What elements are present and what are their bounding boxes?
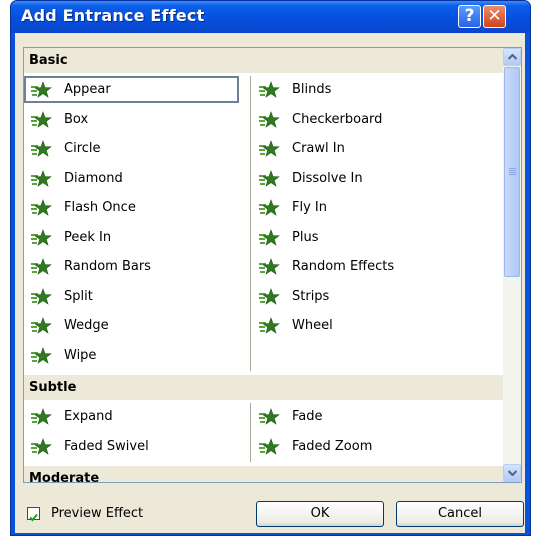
cancel-button[interactable]: Cancel bbox=[396, 501, 524, 527]
chevron-down-icon bbox=[508, 470, 517, 476]
dialog-client-area: Basic Appear Box Circle Diamond Flash Once Pee… bbox=[15, 33, 525, 533]
effect-item-label: Box bbox=[64, 111, 89, 127]
effect-item-dissolve-in[interactable]: Dissolve In bbox=[254, 168, 474, 190]
dialog-title: Add Entrance Effect bbox=[21, 6, 205, 25]
effect-item-label: Peek In bbox=[64, 229, 112, 245]
thumb-grip bbox=[509, 170, 516, 171]
effect-item-appear[interactable]: Appear bbox=[24, 76, 246, 103]
effect-item-wedge[interactable]: Wedge bbox=[26, 315, 246, 337]
effect-item-flash-once[interactable]: Flash Once bbox=[26, 197, 246, 219]
effect-star-icon bbox=[259, 317, 280, 334]
effect-star-icon bbox=[259, 169, 280, 187]
effect-item-label: Wheel bbox=[292, 318, 333, 333]
effect-item-label: Fade bbox=[292, 409, 323, 424]
effect-item-label: Wipe bbox=[64, 347, 97, 363]
effect-star-icon bbox=[31, 346, 52, 364]
category-header-subtle: Subtle bbox=[24, 375, 503, 400]
effect-star-icon bbox=[31, 287, 52, 305]
effect-item-diamond[interactable]: Diamond bbox=[26, 168, 246, 190]
effect-item-label: Wedge bbox=[64, 318, 109, 333]
ok-button[interactable]: OK bbox=[256, 501, 384, 527]
close-icon: ✕ bbox=[487, 6, 502, 26]
effect-item-blinds[interactable]: Blinds bbox=[254, 79, 474, 101]
effect-item-faded-zoom[interactable]: Faded Zoom bbox=[254, 436, 474, 458]
selection-outline bbox=[24, 76, 239, 103]
effect-item-faded-swivel[interactable]: Faded Swivel bbox=[26, 436, 246, 458]
help-icon: ? bbox=[464, 6, 475, 26]
effect-item-random-bars[interactable]: Random Bars bbox=[26, 256, 246, 278]
effect-item-plus[interactable]: Plus bbox=[254, 227, 474, 249]
effect-star-icon bbox=[259, 287, 280, 305]
effects-list[interactable]: Basic Appear Box Circle Diamond Flash Once Pee… bbox=[23, 47, 522, 483]
effect-item-label: Diamond bbox=[64, 170, 123, 186]
effect-star-icon bbox=[259, 437, 280, 455]
effect-item-circle[interactable]: Circle bbox=[26, 138, 246, 160]
effect-star-icon bbox=[31, 408, 52, 425]
effect-star-icon bbox=[259, 110, 280, 128]
help-button[interactable]: ? bbox=[458, 5, 481, 28]
effect-star-icon bbox=[259, 81, 280, 98]
effect-item-label: Split bbox=[64, 288, 93, 304]
effect-item-label: Crawl In bbox=[292, 141, 345, 156]
scroll-thumb[interactable] bbox=[504, 67, 520, 277]
effect-item-peek-in[interactable]: Peek In bbox=[26, 227, 246, 249]
effect-star-icon bbox=[259, 228, 280, 246]
effect-item-label: Plus bbox=[292, 229, 319, 245]
scroll-down-button[interactable] bbox=[503, 464, 521, 482]
effect-star-icon bbox=[259, 140, 280, 157]
effect-item-crawl-in[interactable]: Crawl In bbox=[254, 138, 474, 160]
effect-item-label: Random Effects bbox=[292, 259, 395, 274]
column-divider bbox=[250, 76, 251, 371]
effect-item-label: Checkerboard bbox=[292, 111, 383, 127]
thumb-grip bbox=[509, 174, 516, 175]
effect-star-icon bbox=[31, 110, 52, 128]
effects-list-content: Basic Appear Box Circle Diamond Flash Once Pee… bbox=[24, 48, 503, 482]
effect-item-expand[interactable]: Expand bbox=[26, 406, 246, 428]
effect-item-wipe[interactable]: Wipe bbox=[26, 345, 246, 367]
effect-item-label: Circle bbox=[64, 141, 101, 156]
effect-star-icon bbox=[31, 437, 52, 455]
effect-star-icon bbox=[31, 258, 52, 275]
thumb-grip bbox=[509, 168, 516, 169]
effect-item-label: Faded Zoom bbox=[292, 438, 373, 454]
effect-star-icon bbox=[31, 140, 52, 157]
effect-item-box[interactable]: Box bbox=[26, 109, 246, 131]
effect-item-label: Expand bbox=[64, 409, 113, 424]
effect-item-label: Flash Once bbox=[64, 200, 136, 215]
effect-item-label: Strips bbox=[292, 288, 330, 304]
effect-star-icon bbox=[259, 408, 280, 425]
add-entrance-effect-dialog: Add Entrance Effect ? ✕ Basic Appear Box Ci… bbox=[10, 0, 531, 536]
close-button[interactable]: ✕ bbox=[483, 5, 506, 28]
effect-item-wheel[interactable]: Wheel bbox=[254, 315, 474, 337]
preview-effect-checkbox[interactable] bbox=[27, 507, 40, 522]
preview-effect-label: Preview Effect bbox=[51, 506, 144, 521]
effect-item-fly-in[interactable]: Fly In bbox=[254, 197, 474, 219]
effect-star-icon bbox=[259, 199, 280, 216]
effect-item-label: Dissolve In bbox=[292, 170, 363, 186]
effect-item-split[interactable]: Split bbox=[26, 286, 246, 308]
effect-item-checkerboard[interactable]: Checkerboard bbox=[254, 109, 474, 131]
effect-item-label: Blinds bbox=[292, 82, 332, 97]
thumb-grip bbox=[509, 172, 516, 173]
effect-item-random-effects[interactable]: Random Effects bbox=[254, 256, 474, 278]
vertical-scrollbar[interactable] bbox=[503, 48, 521, 482]
effect-star-icon bbox=[31, 228, 52, 246]
category-header-moderate: Moderate bbox=[24, 466, 503, 482]
checkmark-icon bbox=[29, 513, 38, 522]
effect-star-icon bbox=[259, 258, 280, 275]
category-header-basic: Basic bbox=[24, 48, 503, 73]
effect-star-icon bbox=[31, 317, 52, 334]
scroll-up-button[interactable] bbox=[503, 48, 521, 66]
effect-star-icon bbox=[31, 199, 52, 216]
effect-star-icon bbox=[31, 169, 52, 187]
effect-item-label: Faded Swivel bbox=[64, 438, 149, 454]
title-bar[interactable]: Add Entrance Effect ? ✕ bbox=[11, 1, 530, 33]
chevron-up-icon bbox=[508, 54, 517, 60]
effect-item-label: Random Bars bbox=[64, 259, 151, 274]
column-divider bbox=[250, 403, 251, 462]
effect-item-strips[interactable]: Strips bbox=[254, 286, 474, 308]
effect-item-fade[interactable]: Fade bbox=[254, 406, 474, 428]
effect-item-label: Fly In bbox=[292, 200, 327, 215]
